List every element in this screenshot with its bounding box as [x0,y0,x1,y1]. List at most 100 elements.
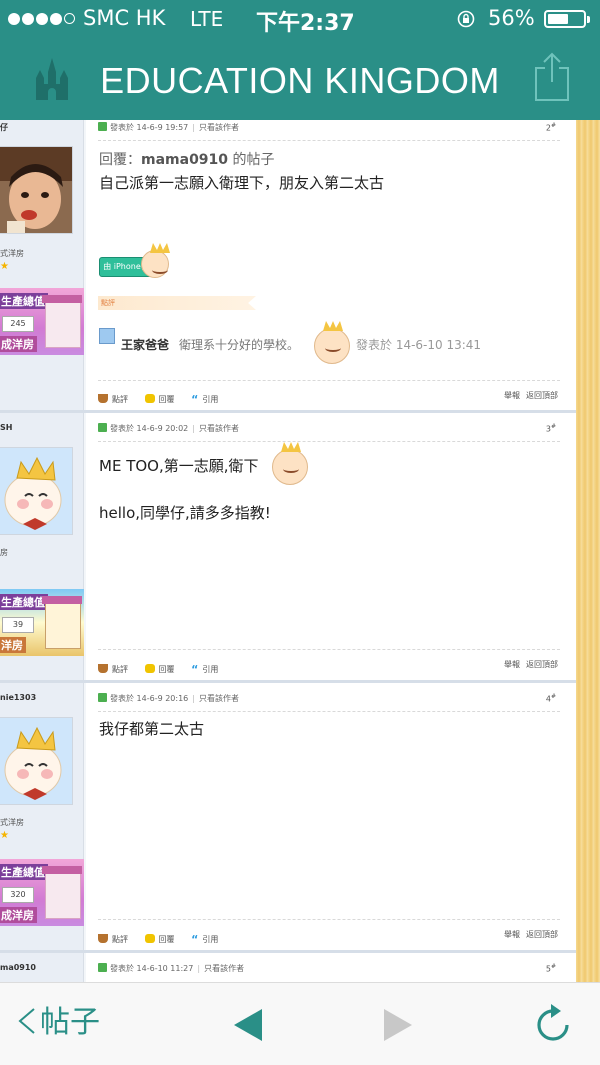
divider [98,919,560,920]
reply-icon [144,664,155,673]
rate-button[interactable]: 點評 [98,664,128,675]
signal-strength-icon [8,13,77,27]
report-link[interactable]: 舉報 [504,391,520,400]
coffee-icon [98,394,108,403]
author-username[interactable]: SH [0,423,12,432]
back-to-top-link[interactable]: 返回頂部 [526,391,558,400]
report-link[interactable]: 舉報 [504,930,520,939]
reply-icon [144,934,155,943]
coffee-icon [98,664,108,673]
post-report-links: 舉報 返回頂部 [498,929,558,940]
status-bar: SMC HK LTE 下午2:37 56% [0,0,600,40]
quote-icon: “ [191,933,199,946]
author-username[interactable]: ma0910 [0,963,36,972]
reply-button[interactable]: 回覆 [144,934,175,945]
post-body: 發表於 14-6-9 19:57 | 只看該作者 2# 回覆：mama0910 的帖… [86,120,576,410]
rating-header: 點評 [98,296,256,310]
house-icon [42,295,82,348]
back-to-threads-button[interactable]: 帖子 [18,1005,100,1041]
back-chevron-icon [18,1008,35,1034]
quote-button[interactable]: “引用 [191,664,218,675]
share-icon[interactable] [532,50,572,102]
bottom-toolbar: 帖子 [0,982,600,1065]
medal-badge[interactable]: 生產總值 245 成洋房 [0,288,84,355]
author-username[interactable]: nie1303 [0,693,36,702]
post-time: 發表於 14-6-9 20:02 [110,424,189,433]
post-text: ME TOO,第一志願,衛下 [99,457,259,475]
medal-title: 生產總值 [0,594,48,610]
post-text: 自己派第一志願入衛理下，朋友入第二太古 [99,174,385,192]
floor-number: 2# [545,122,556,133]
avatar[interactable] [0,146,73,234]
post-item: ma0910 發表於 14-6-10 11:27 | 只看該作者 5# [0,953,576,982]
quote-icon: “ [191,663,199,676]
medal-badge[interactable]: 生產總值 320 成洋房 [0,859,84,926]
prev-triangle-icon[interactable] [232,1007,264,1043]
author-username[interactable]: 仔 [0,122,8,133]
medal-badge[interactable]: 生產總值 39 洋房 [0,589,84,656]
quoted-user[interactable]: mama0910 [141,152,228,168]
post-time: 發表於 14-6-10 11:27 [110,964,194,973]
reply-button[interactable]: 回覆 [144,664,175,675]
quote-reference: 回覆：mama0910 的帖子 [99,152,275,168]
rotation-lock-icon [457,10,475,28]
post-item: nie1303 式洋房 ★ 生產總值 320 成洋房 發表於 14-6-9 20… [0,683,576,950]
post-meta: 發表於 14-6-9 20:02 | 只看該作者 [98,423,239,434]
house-icon [42,596,82,649]
rater-name[interactable]: 王家爸爸 [121,336,169,353]
post-actions: 點評 回覆 “引用 [98,664,232,675]
author-column: ma0910 [0,953,84,982]
post-meta: 發表於 14-6-9 19:57 | 只看該作者 [98,122,239,133]
coffee-icon [98,934,108,943]
post-text: hello,同學仔,請多多指教! [99,504,271,522]
only-author-link[interactable]: 只看該作者 [204,964,244,973]
medal-value: 39 [2,617,34,633]
medal-title: 生產總值 [0,293,48,309]
post-text: 我仔都第二太古 [99,720,205,738]
back-to-top-link[interactable]: 返回頂部 [526,930,558,939]
avatar[interactable] [0,447,73,535]
only-author-link[interactable]: 只看該作者 [199,424,239,433]
quote-button[interactable]: “引用 [191,394,218,405]
divider [98,649,560,650]
next-triangle-icon[interactable] [382,1007,414,1043]
app-title: EDUCATION KINGDOM [100,60,500,101]
divider [98,711,560,712]
house-icon [42,866,82,919]
medal-title: 生產總值 [0,864,48,880]
rate-button[interactable]: 點評 [98,394,128,405]
only-author-link[interactable]: 只看該作者 [199,123,239,132]
reply-button[interactable]: 回覆 [144,394,175,405]
thread-content[interactable]: 仔 式洋房 ★ 生產總值 245 成洋房 發表於 14-6-9 19:57 | … [0,120,600,982]
emoji-smiley-icon [141,250,169,278]
back-to-top-link[interactable]: 返回頂部 [526,660,558,669]
quote-button[interactable]: “引用 [191,934,218,945]
star-icon: ★ [0,830,9,841]
floor-number: 5# [545,963,556,974]
rate-button[interactable]: 點評 [98,934,128,945]
avatar[interactable] [0,717,73,805]
rating-time: 發表於 14-6-10 13:41 [356,338,482,352]
user-icon [98,963,107,972]
only-author-link[interactable]: 只看該作者 [199,694,239,703]
emoji-king-icon [272,449,308,485]
quote-icon: “ [191,393,199,406]
post-body: 發表於 14-6-9 20:02 | 只看該作者 3# ME TOO,第一志願,衛下… [86,413,576,680]
author-column: SH 房 生產總值 39 洋房 [0,413,84,680]
divider [98,441,560,442]
post-body: 發表於 14-6-9 20:16 | 只看該作者 4# 我仔都第二太古 點評 回覆 … [86,683,576,950]
user-group: 房 [0,548,8,557]
reply-icon [144,394,155,403]
medal-value: 245 [2,316,34,332]
post-item: 仔 式洋房 ★ 生產總值 245 成洋房 發表於 14-6-9 19:57 | … [0,120,576,410]
divider [98,380,560,381]
cartoon-king-avatar [0,718,72,804]
author-column: 仔 式洋房 ★ 生產總值 245 成洋房 [0,120,84,410]
refresh-icon[interactable] [534,1001,572,1043]
post-actions: 點評 回覆 “引用 [98,394,232,405]
user-group: 式洋房 [0,249,24,258]
child-photo-avatar [0,147,72,233]
rater-avatar[interactable] [99,328,115,344]
report-link[interactable]: 舉報 [504,660,520,669]
user-icon [98,693,107,702]
